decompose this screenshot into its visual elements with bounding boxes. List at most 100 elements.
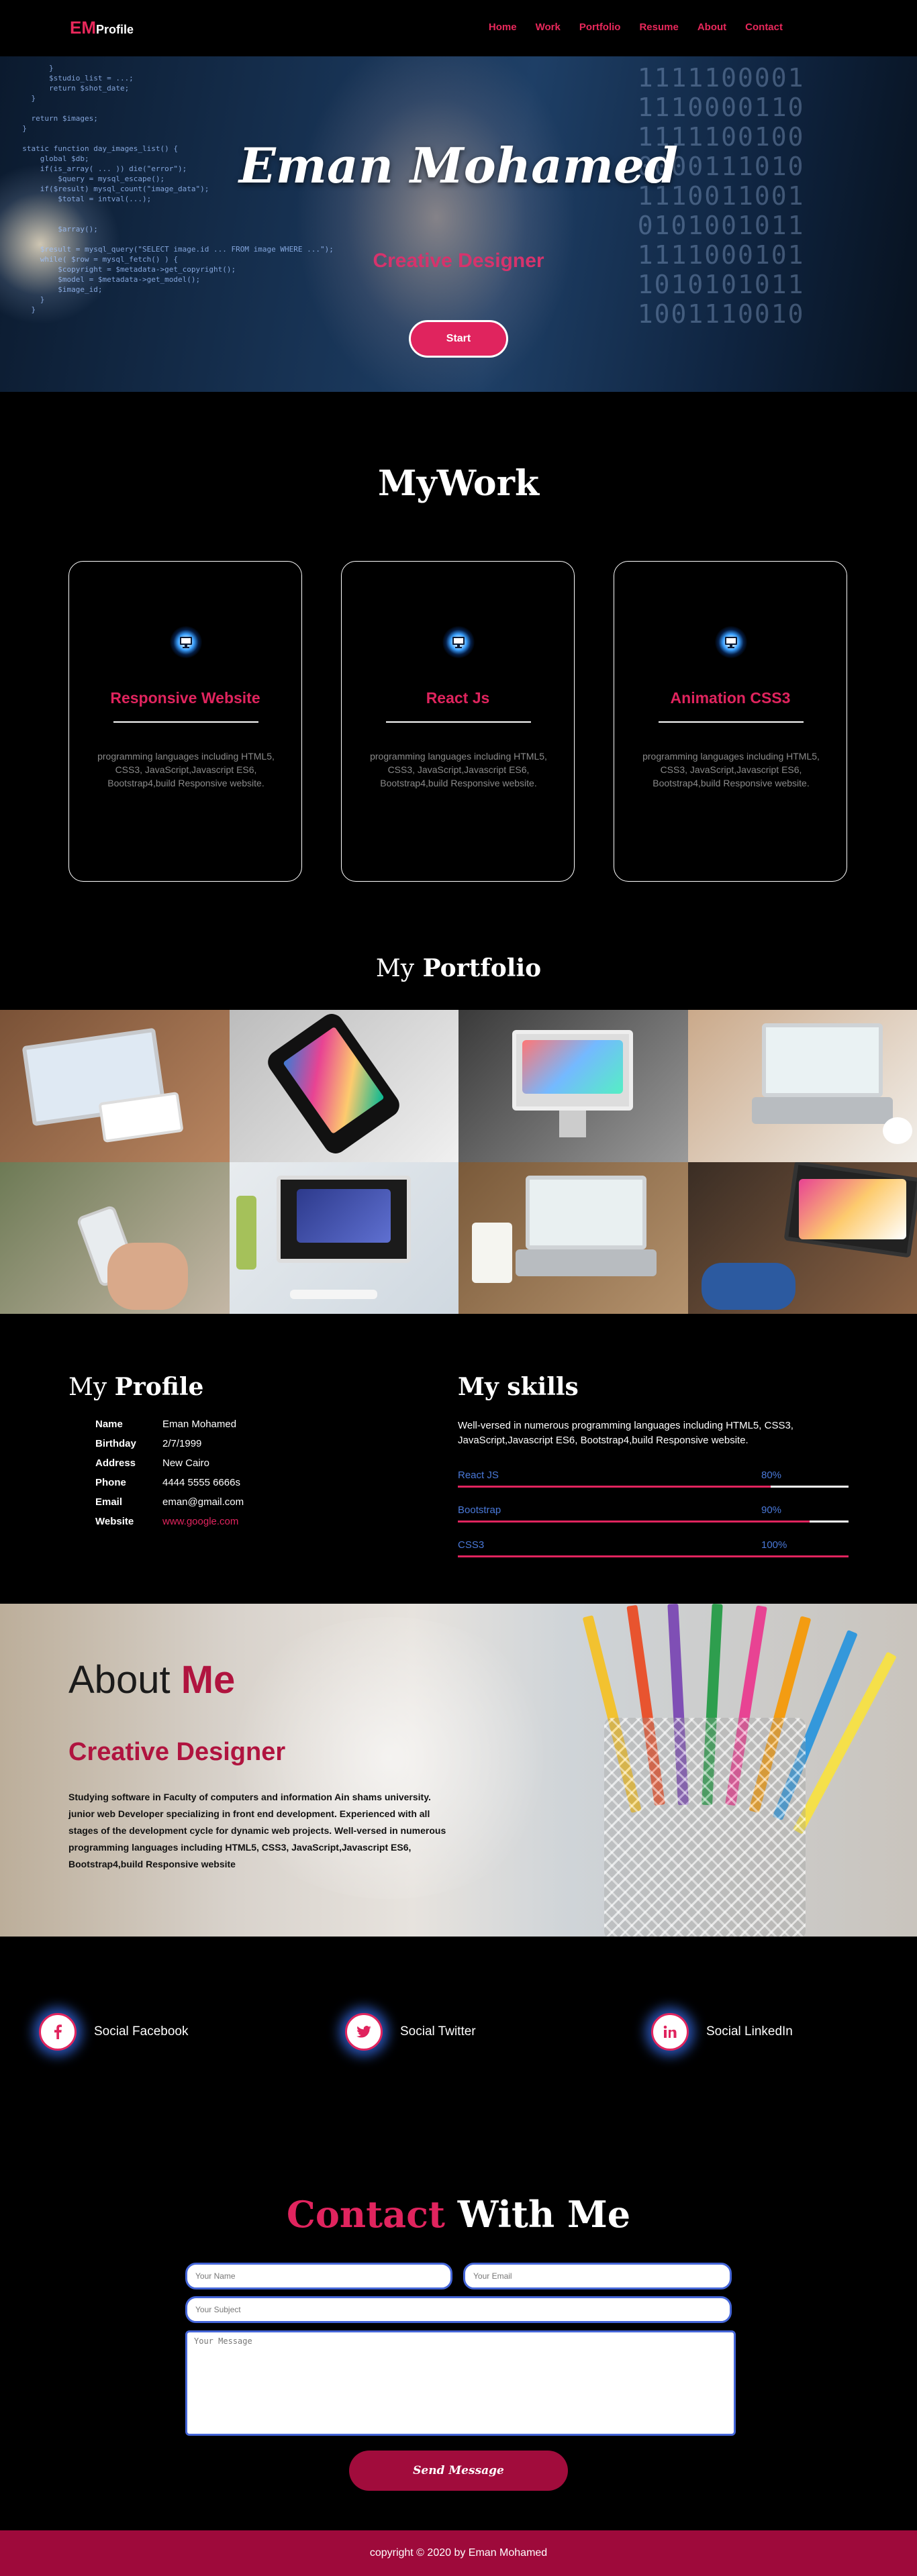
skill-react: React JS 80% xyxy=(458,1470,849,1490)
profile-value: Eman Mohamed xyxy=(162,1419,237,1430)
nav-work[interactable]: Work xyxy=(536,21,561,33)
facebook-icon[interactable] xyxy=(39,2013,77,2051)
work-card-desc: programming languages including HTML5, C… xyxy=(642,751,820,788)
skill-track xyxy=(458,1486,849,1488)
hero-title: Eman Mohamed xyxy=(238,137,679,194)
divider xyxy=(659,721,804,723)
profile-row-website: Website www.google.com xyxy=(95,1516,244,1535)
portfolio-image-macbook-coffee[interactable] xyxy=(687,1010,917,1162)
skills-desc: Well-versed in numerous programming lang… xyxy=(458,1420,793,1446)
profile-row-email: Email eman@gmail.com xyxy=(95,1496,244,1516)
skill-track xyxy=(458,1521,849,1523)
profile-table: Name Eman Mohamed Birthday 2/7/1999 Addres… xyxy=(95,1419,244,1535)
work-card-title: React Js xyxy=(426,689,490,707)
social-facebook[interactable]: Social Facebook xyxy=(39,2013,188,2051)
skill-fill xyxy=(458,1555,849,1557)
profile-value: New Cairo xyxy=(162,1457,210,1469)
monitor-icon xyxy=(715,626,747,658)
start-button[interactable]: Start xyxy=(409,320,508,358)
website-link[interactable]: www.google.com xyxy=(162,1516,238,1535)
profile-row-address: Address New Cairo xyxy=(95,1457,244,1477)
portfolio-image-laptop-hands[interactable] xyxy=(687,1162,917,1314)
contact-title-rest: With Me xyxy=(457,2193,631,2236)
portfolio-title-light: My xyxy=(375,955,415,982)
logo-em: EM xyxy=(70,17,96,38)
work-card-title: Animation CSS3 xyxy=(670,689,791,707)
nav-portfolio[interactable]: Portfolio xyxy=(579,21,621,33)
portfolio-image-iphone[interactable] xyxy=(229,1010,458,1162)
nav-about[interactable]: About xyxy=(697,21,726,33)
profile-key: Address xyxy=(95,1457,136,1469)
subject-input[interactable]: Your Subject xyxy=(185,2296,732,2323)
logo[interactable]: EMProfile xyxy=(70,17,134,38)
portfolio-image-imac-plant[interactable] xyxy=(229,1162,458,1314)
work-card-title: Responsive Website xyxy=(110,689,260,707)
skill-bootstrap: Bootstrap 90% xyxy=(458,1504,849,1525)
about-text: Studying software in Faculty of computer… xyxy=(68,1792,446,1869)
logo-profile: Profile xyxy=(96,23,134,36)
work-card-responsive: Responsive Website programming languages… xyxy=(68,561,302,882)
portfolio-title-bold: Portfolio xyxy=(422,954,542,982)
contact-title: Contact With Me xyxy=(0,2193,917,2236)
nav-home[interactable]: Home xyxy=(489,21,517,33)
profile-key: Birthday xyxy=(95,1438,136,1449)
portfolio-image-hands-phone[interactable] xyxy=(0,1162,230,1314)
work-card-desc: programming languages including HTML5, C… xyxy=(370,751,547,788)
work-title: MyWork xyxy=(377,463,540,504)
profile-key: Phone xyxy=(95,1477,126,1488)
twitter-icon[interactable] xyxy=(345,2013,383,2051)
send-message-button[interactable]: Send Message xyxy=(349,2451,568,2491)
profile-value: eman@gmail.com xyxy=(162,1496,244,1508)
pencil-cup xyxy=(604,1718,806,1937)
social-linkedin[interactable]: Social LinkedIn xyxy=(651,2013,793,2051)
profile-title: My Profile xyxy=(68,1373,203,1401)
hero-subtitle: Creative Designer xyxy=(373,250,544,272)
hero-section: } $studio_list = ...; return $shot_date;… xyxy=(0,56,917,392)
nav-menu: Home Work Portfolio Resume About Contact xyxy=(489,21,783,33)
profile-title-bold: Profile xyxy=(114,1373,204,1401)
profile-key: Name xyxy=(95,1419,123,1430)
portfolio-image-imac[interactable] xyxy=(458,1010,688,1162)
profile-key: Email xyxy=(95,1496,123,1508)
about-title-bold: Me xyxy=(181,1658,236,1702)
profile-row-phone: Phone 4444 5555 6666s xyxy=(95,1477,244,1496)
social-twitter[interactable]: Social Twitter xyxy=(345,2013,476,2051)
profile-title-light: My xyxy=(68,1374,107,1401)
social-label[interactable]: Social LinkedIn xyxy=(706,2024,793,2039)
message-textarea[interactable]: Your Message xyxy=(185,2330,736,2436)
footer-copyright: copyright © 2020 by Eman Mohamed xyxy=(369,2547,548,2559)
portfolio-image-laptop-table[interactable] xyxy=(0,1010,230,1162)
profile-value: 4444 5555 6666s xyxy=(162,1477,240,1488)
hero-background-binary: 1111100001 1110000110 1111100100 0000111… xyxy=(637,63,805,329)
about-subtitle: Creative Designer xyxy=(68,1738,286,1766)
profile-value: 2/7/1999 xyxy=(162,1438,202,1449)
name-input[interactable]: Your Name xyxy=(185,2263,452,2289)
skill-percent: 80% xyxy=(761,1470,782,1481)
skill-name: React JS xyxy=(458,1470,499,1481)
nav-resume[interactable]: Resume xyxy=(639,21,678,33)
skill-name: Bootstrap xyxy=(458,1504,501,1516)
work-card-animation: Animation CSS3 programming languages inc… xyxy=(614,561,847,882)
social-label[interactable]: Social Twitter xyxy=(400,2024,476,2039)
nav-contact[interactable]: Contact xyxy=(745,21,783,33)
work-card-desc: programming languages including HTML5, C… xyxy=(97,751,275,788)
about-section: About Me Creative Designer Studying soft… xyxy=(0,1604,917,1937)
skill-fill xyxy=(458,1486,771,1488)
monitor-icon xyxy=(442,626,475,658)
skill-percent: 90% xyxy=(761,1504,782,1516)
monitor-icon xyxy=(170,626,202,658)
portfolio-grid xyxy=(0,1010,917,1314)
divider xyxy=(113,721,258,723)
skill-css3: CSS3 100% xyxy=(458,1539,849,1559)
work-card-react: React Js programming languages including… xyxy=(341,561,575,882)
skills-title: My skills xyxy=(458,1373,579,1401)
profile-row-name: Name Eman Mohamed xyxy=(95,1419,244,1438)
email-input[interactable]: Your Email xyxy=(463,2263,732,2289)
linkedin-icon[interactable] xyxy=(651,2013,689,2051)
portfolio-image-macbook-notebook[interactable] xyxy=(458,1162,688,1314)
about-title-light: About xyxy=(68,1658,171,1702)
skill-track xyxy=(458,1555,849,1557)
social-label[interactable]: Social Facebook xyxy=(94,2024,188,2039)
profile-row-birthday: Birthday 2/7/1999 xyxy=(95,1438,244,1457)
skill-fill xyxy=(458,1521,810,1523)
